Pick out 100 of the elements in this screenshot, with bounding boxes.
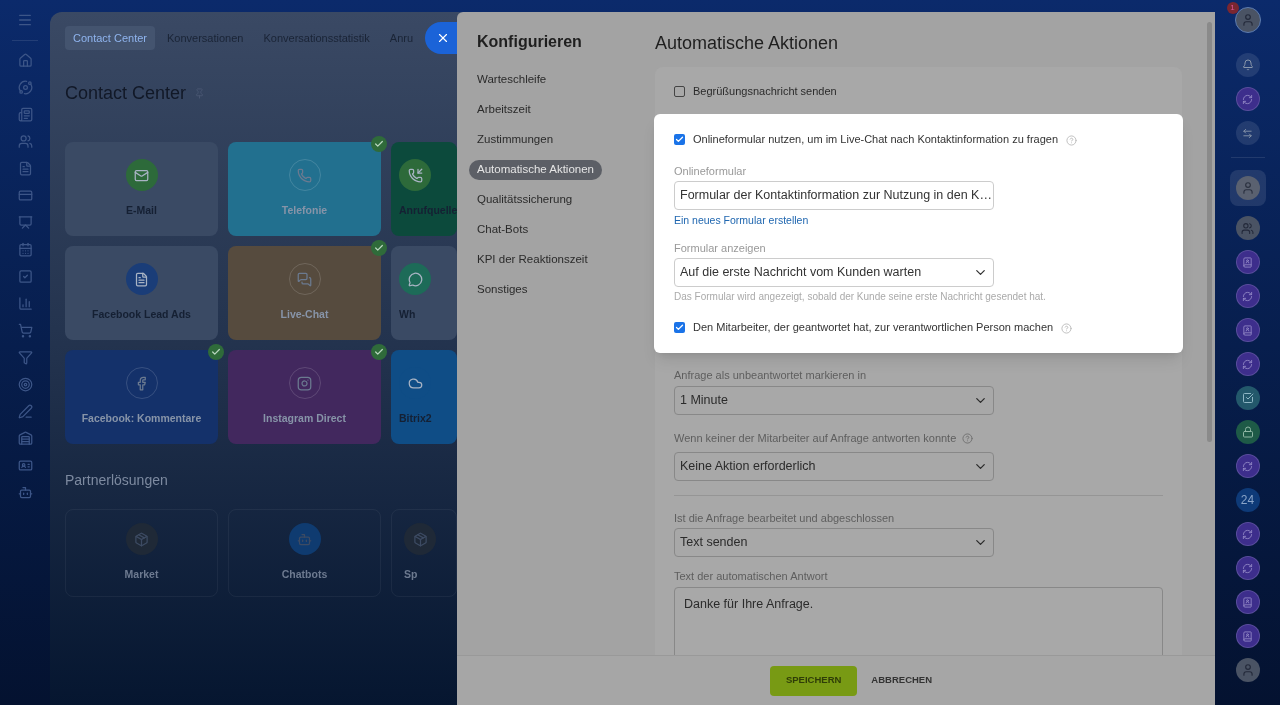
chat-icon [399,263,431,296]
partner-tile[interactable]: Market [65,509,218,597]
avatar[interactable] [1235,658,1260,682]
close-icon [436,31,450,45]
page-title: Contact Center [65,82,187,105]
menu-icon[interactable] [17,12,33,28]
menu-item[interactable]: Warteschleife [469,70,555,90]
presentation-icon[interactable] [17,215,33,230]
field-label: Onlineformular [674,163,747,179]
tile-label: Live-Chat [280,307,329,323]
card-icon[interactable] [17,188,33,203]
cancel-button[interactable]: ABBRECHEN [861,665,943,696]
box-icon [125,523,158,556]
section-title: Partnerlösungen [65,471,169,490]
create-form-link[interactable]: Ein neues Formular erstellen [674,213,1163,229]
checkbox[interactable] [674,85,685,97]
panel-title: Konfigurieren [476,32,583,52]
counter-icon[interactable]: 24 [1235,488,1260,512]
document-icon[interactable] [17,161,33,176]
tile-label: Instagram Direct [263,411,346,427]
check-icon [208,344,224,360]
exchange-icon[interactable] [1235,121,1260,145]
lock-icon[interactable] [1235,420,1260,444]
field-label: Formular anzeigen [674,240,766,256]
help-icon[interactable] [962,433,974,444]
dropdown[interactable]: Auf die erste Nachricht vom Kunden warten [674,258,994,288]
channel-tile[interactable]: Instagram Direct [228,350,381,444]
dropdown[interactable]: Formular der Kontaktinformation zur Nutzung in den K… [674,181,994,210]
checkbox-label: Onlineformular nutzen, um im Live-Chat nach Kontaktinformation zu fragen [693,132,1058,148]
warehouse-icon[interactable] [17,431,33,446]
calendar-icon[interactable] [17,242,33,257]
sync-icon[interactable] [1235,454,1260,478]
dropdown[interactable]: Keine Aktion erforderlich [674,451,994,481]
tile-label: Facebook: Kommentare [81,411,202,427]
tile-label: Bitrix2 [399,411,432,427]
group-avatar[interactable] [1235,216,1260,240]
channel-tile[interactable]: Facebook: Kommentare [65,350,218,444]
id-card-icon[interactable] [17,458,33,473]
field-label: Ist die Anfrage bearbeitet und abgeschlossen [674,510,895,526]
channel-tile[interactable]: Live-Chat [228,246,381,340]
pen-icon[interactable] [17,404,33,419]
phone-icon [399,159,431,192]
user-avatar[interactable] [1234,7,1261,33]
robot-icon [288,523,321,556]
mail-icon [125,159,158,192]
checkbox-label: Den Mitarbeiter, der geantwortet hat, zur verantwortlichen Person machen [693,320,1054,335]
field-hint: Das Formular wird angezeigt, sobald der Kunde seine erste Nachricht gesendet hat. [674,290,1047,305]
sync-icon[interactable] [1235,522,1260,546]
checkbox[interactable] [674,134,685,145]
menu-item[interactable]: KPI der Reaktionszeit [469,250,596,270]
check-icon [371,240,387,256]
cart-icon[interactable] [17,323,33,338]
check-icon [371,344,387,360]
contact-book-icon[interactable] [1235,590,1260,614]
bell-icon[interactable] [1235,53,1260,77]
check-icon [371,136,387,152]
newspaper-icon[interactable] [17,107,33,122]
box-icon [404,523,436,556]
checkbox-label: Begrüßungsnachricht senden [693,84,837,99]
field-label: Anfrage als unbeantwortet markieren in [674,368,866,384]
sync-icon[interactable] [1235,352,1260,376]
chart-icon[interactable] [17,296,33,311]
tile-label: Telefonie [281,203,328,219]
top-tab[interactable]: Contact Center [65,26,155,50]
form-icon [125,263,158,296]
robot-icon[interactable] [17,485,33,500]
dropdown[interactable]: 1 Minute [674,385,994,415]
section-heading: Automatische Aktionen [655,32,840,55]
sync-icon[interactable] [1235,284,1260,308]
contact-book-icon[interactable] [1235,318,1260,342]
menu-item[interactable]: Arbeitszeit [469,100,539,120]
partner-tile[interactable]: Sp [391,509,457,597]
menu-item[interactable]: Automatische Aktionen [469,160,602,180]
sync-icon[interactable] [1235,556,1260,580]
checkbox[interactable] [674,321,685,333]
menu-item[interactable]: Chat-Bots [469,220,537,240]
tile-label: Chatbots [281,567,328,583]
field-label: Wenn keiner der Mitarbeiter auf Anfrage antworten konnte [674,430,957,446]
partner-tile[interactable]: Chatbots [228,509,381,597]
notification-badge: 1 [1226,2,1239,14]
task-icon[interactable] [1235,386,1260,410]
avatar[interactable] [1229,170,1266,206]
filter-icon[interactable] [17,350,33,365]
users-icon[interactable] [17,134,33,149]
help-icon[interactable] [1061,322,1073,334]
menu-item[interactable]: Qualitätssicherung [469,190,581,210]
dropdown[interactable]: Text senden [674,528,994,558]
contact-book-icon[interactable] [1235,250,1260,274]
sync-icon[interactable] [1235,87,1260,111]
menu-item[interactable]: Sonstiges [469,280,536,300]
orbit-icon[interactable] [17,80,33,95]
field-label: Text der automatischen Antwort [674,569,829,585]
help-icon[interactable] [1066,134,1077,146]
contact-book-icon[interactable] [1235,624,1260,648]
target-icon[interactable] [17,377,33,392]
menu-item[interactable]: Zustimmungen [469,130,562,150]
home-icon[interactable] [17,53,33,68]
tile-label: Market [124,567,159,583]
save-button[interactable]: SPEICHERN [769,665,858,696]
tile-label: Sp [404,567,418,583]
